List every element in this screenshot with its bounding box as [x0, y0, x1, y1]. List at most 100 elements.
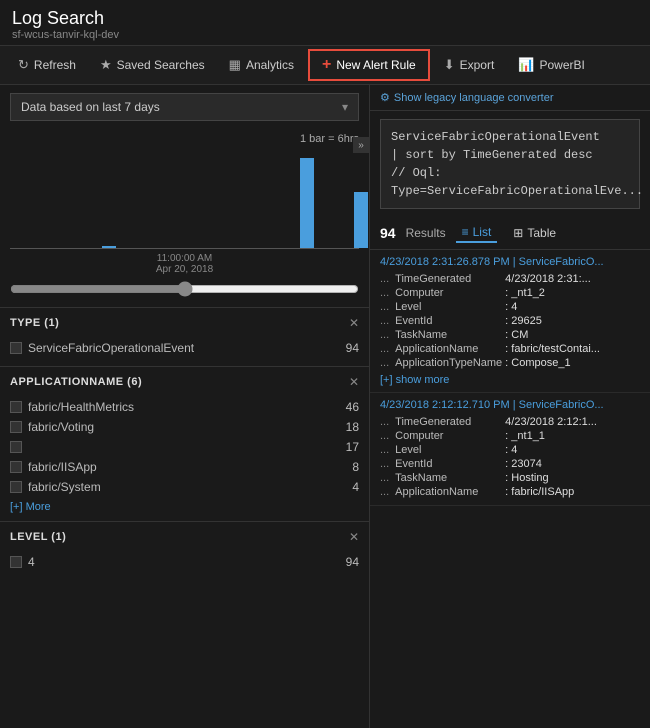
star-icon: ★	[100, 57, 112, 73]
field-value: : _nt1_2	[505, 287, 545, 299]
field-expander[interactable]: ...	[380, 357, 389, 369]
result-field: ... ApplicationName : fabric/IISApp	[380, 485, 640, 499]
plus-icon: +	[322, 56, 331, 74]
appname-checkbox[interactable]	[10, 481, 22, 493]
list-item: fabric/IISApp 8	[10, 457, 359, 477]
field-expander[interactable]: ...	[380, 430, 389, 442]
chart-bar	[354, 192, 368, 248]
chart-date-label: 11:00:00 AM Apr 20, 2018	[10, 253, 359, 275]
field-value: : fabric/IISApp	[505, 486, 574, 498]
appname-checkbox[interactable]	[10, 441, 22, 453]
field-expander[interactable]: ...	[380, 329, 389, 341]
result-field: ... EventId : 23074	[380, 457, 640, 471]
field-name: EventId	[395, 315, 505, 327]
saved-searches-label: Saved Searches	[117, 58, 205, 72]
powerbi-icon: 📊	[518, 57, 534, 73]
field-expander[interactable]: ...	[380, 301, 389, 313]
field-value: : 4	[505, 301, 517, 313]
date-selector-label: Data based on last 7 days	[21, 100, 160, 114]
type-filter-header: TYPE (1) ✕	[10, 316, 359, 330]
type-filter-title: TYPE (1)	[10, 317, 59, 329]
list-item: fabric/HealthMetrics 46	[10, 397, 359, 417]
export-button[interactable]: ⬇ Export	[434, 51, 505, 79]
field-expander[interactable]: ...	[380, 315, 389, 327]
field-name: ApplicationName	[395, 486, 505, 498]
field-name: TaskName	[395, 472, 505, 484]
query-box: ServiceFabricOperationalEvent| sort by T…	[380, 119, 640, 209]
results-toolbar: 94 Results ≡ List ⊞ Table	[370, 217, 650, 250]
appname-filter-more[interactable]: [+] More	[10, 501, 51, 513]
field-value: : _nt1_1	[505, 430, 545, 442]
result-field: ... ApplicationName : fabric/testContai.…	[380, 342, 640, 356]
export-label: Export	[460, 58, 495, 72]
field-expander[interactable]: ...	[380, 458, 389, 470]
collapse-arrow[interactable]: »	[353, 137, 369, 153]
field-name: EventId	[395, 458, 505, 470]
list-item: fabric/Voting 18	[10, 417, 359, 437]
field-value: 4/23/2018 2:12:1...	[505, 416, 597, 428]
appname-count: 4	[352, 480, 359, 494]
app-subtitle: sf-wcus-tanvir-kql-dev	[12, 29, 638, 41]
saved-searches-button[interactable]: ★ Saved Searches	[90, 51, 215, 79]
type-filter-close[interactable]: ✕	[349, 316, 359, 330]
field-name: TaskName	[395, 329, 505, 341]
view-list-button[interactable]: ≡ List	[456, 223, 498, 243]
field-expander[interactable]: ...	[380, 472, 389, 484]
field-value: : CM	[505, 329, 528, 341]
list-item: fabric/System 4	[10, 477, 359, 497]
analytics-icon: ▦	[229, 57, 241, 73]
table-icon: ⊞	[513, 226, 523, 240]
field-name: Level	[395, 444, 505, 456]
appname-checkbox[interactable]	[10, 461, 22, 473]
level-filter-close[interactable]: ✕	[349, 530, 359, 544]
chart-container	[10, 149, 359, 249]
appname-value: fabric/HealthMetrics	[28, 400, 134, 414]
list-item: 4 94	[10, 552, 359, 572]
query-line: | sort by TimeGenerated desc	[391, 146, 629, 164]
legacy-label[interactable]: Show legacy language converter	[394, 92, 554, 104]
right-panel: ⚙ Show legacy language converter Service…	[370, 85, 650, 728]
filter-sections: TYPE (1) ✕ ServiceFabricOperationalEvent…	[0, 307, 369, 728]
app-title: Log Search	[12, 8, 638, 29]
field-expander[interactable]: ...	[380, 416, 389, 428]
result-header[interactable]: 4/23/2018 2:12:12.710 PM | ServiceFabric…	[380, 399, 640, 411]
level-filter-header: LEVEL (1) ✕	[10, 530, 359, 544]
field-name: Computer	[395, 287, 505, 299]
field-expander[interactable]: ...	[380, 486, 389, 498]
results-label: Results	[406, 226, 446, 240]
appname-filter-close[interactable]: ✕	[349, 375, 359, 389]
field-name: TimeGenerated	[395, 416, 505, 428]
refresh-button[interactable]: ↻ Refresh	[8, 51, 86, 79]
date-selector[interactable]: Data based on last 7 days ▾	[10, 93, 359, 121]
table-row: 4/23/2018 2:31:26.878 PM | ServiceFabric…	[370, 250, 650, 393]
field-name: TimeGenerated	[395, 273, 505, 285]
show-more-link[interactable]: [+] show more	[380, 374, 449, 386]
results-list: 4/23/2018 2:31:26.878 PM | ServiceFabric…	[370, 250, 650, 728]
powerbi-button[interactable]: 📊 PowerBI	[508, 51, 595, 79]
appname-value: fabric/Voting	[28, 420, 94, 434]
field-value: : 23074	[505, 458, 542, 470]
field-expander[interactable]: ...	[380, 273, 389, 285]
result-header[interactable]: 4/23/2018 2:31:26.878 PM | ServiceFabric…	[380, 256, 640, 268]
result-field: ... Computer : _nt1_1	[380, 429, 640, 443]
chart-area: 1 bar = 6hrs 11:00:00 AM Apr 20, 2018 »	[0, 129, 369, 307]
appname-checkbox[interactable]	[10, 421, 22, 433]
view-table-button[interactable]: ⊞ Table	[507, 224, 562, 242]
type-filter-checkbox[interactable]	[10, 342, 22, 354]
analytics-button[interactable]: ▦ Analytics	[219, 51, 304, 79]
field-expander[interactable]: ...	[380, 444, 389, 456]
level-filter-checkbox[interactable]	[10, 556, 22, 568]
appname-checkbox[interactable]	[10, 401, 22, 413]
info-icon: ⚙	[380, 91, 390, 104]
result-field: ... ApplicationTypeName : Compose_1	[380, 356, 640, 370]
result-field: ... TaskName : Hosting	[380, 471, 640, 485]
field-name: Level	[395, 301, 505, 313]
appname-items: fabric/HealthMetrics 46 fabric/Voting 18…	[10, 397, 359, 497]
new-alert-button[interactable]: + New Alert Rule	[308, 49, 430, 81]
field-expander[interactable]: ...	[380, 343, 389, 355]
field-value: : fabric/testContai...	[505, 343, 600, 355]
field-expander[interactable]: ...	[380, 287, 389, 299]
field-name: ApplicationName	[395, 343, 505, 355]
analytics-label: Analytics	[246, 58, 294, 72]
chart-slider[interactable]	[10, 281, 359, 297]
